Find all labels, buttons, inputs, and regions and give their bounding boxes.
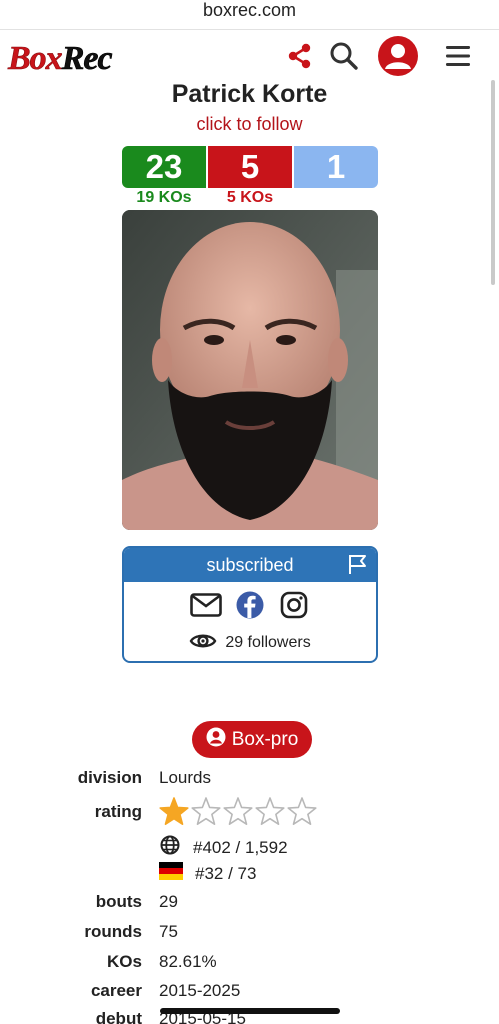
subscribed-button[interactable]: subscribed xyxy=(124,548,376,582)
rounds-label: rounds xyxy=(84,922,142,941)
division-label: division xyxy=(77,768,142,787)
url-text: boxrec.com xyxy=(202,0,297,20)
star-filled-icon xyxy=(159,797,189,826)
globe-icon xyxy=(159,834,181,861)
world-rank: #402 / 1,592 xyxy=(193,837,288,857)
page-scrollbar[interactable] xyxy=(491,80,495,285)
logo-rec: Rec xyxy=(61,40,112,78)
subscribed-label: subscribed xyxy=(206,555,294,575)
followers-count: 29 followers xyxy=(225,634,311,651)
bouts-label: bouts xyxy=(95,892,142,911)
country-rank: #32 / 73 xyxy=(195,863,257,883)
rounds-value: 75 xyxy=(159,922,178,941)
boxer-name: Patrick Korte xyxy=(171,80,328,108)
boxrec-logo[interactable]: BoxRec xyxy=(8,40,113,78)
kos-label: KOs xyxy=(107,952,142,971)
top-navigation: BoxRec xyxy=(0,36,499,80)
wins-count[interactable]: 23 xyxy=(122,146,206,188)
flag-icon[interactable] xyxy=(346,552,368,574)
user-account-icon[interactable] xyxy=(378,36,418,76)
eye-icon xyxy=(189,631,217,656)
follow-link[interactable]: click to follow xyxy=(0,114,499,135)
user-circle-icon xyxy=(206,727,226,753)
career-value: 2015-2025 xyxy=(159,981,241,1000)
record-summary: 23 5 1 xyxy=(122,146,378,188)
rating-label: rating xyxy=(94,802,142,821)
kos-value: 82.61% xyxy=(159,952,217,971)
social-links xyxy=(124,588,376,622)
box-pro-button[interactable]: Box-pro xyxy=(192,721,312,758)
star-empty-icon xyxy=(191,797,221,826)
bouts-value: 29 xyxy=(159,892,178,911)
wins-kos: 19 KOs xyxy=(136,189,192,206)
rating-stars xyxy=(158,796,318,828)
world-rank-row[interactable]: #402 / 1,592 xyxy=(159,834,288,861)
losses-kos: 5 KOs xyxy=(226,189,274,206)
share-icon[interactable] xyxy=(282,38,318,74)
star-empty-icon xyxy=(287,797,317,826)
home-indicator[interactable] xyxy=(160,1008,340,1014)
subscription-card: subscribed 29 followers xyxy=(122,546,378,663)
division-value[interactable]: Lourds xyxy=(159,768,211,788)
boxer-photo xyxy=(122,210,378,530)
debut-label: debut xyxy=(95,1009,142,1024)
logo-box: Box xyxy=(8,40,63,78)
star-empty-icon xyxy=(223,797,253,826)
country-rank-row[interactable]: #32 / 73 xyxy=(159,862,256,885)
facebook-icon[interactable] xyxy=(233,588,267,622)
losses-count[interactable]: 5 xyxy=(208,146,292,188)
followers-row[interactable]: 29 followers xyxy=(124,628,376,658)
draws-count[interactable]: 1 xyxy=(294,146,378,188)
star-empty-icon xyxy=(255,797,285,826)
instagram-icon[interactable] xyxy=(277,588,311,622)
germany-flag-icon xyxy=(159,862,183,885)
browser-url-bar[interactable]: boxrec.com xyxy=(0,0,499,30)
menu-icon[interactable] xyxy=(440,38,476,74)
box-pro-label: Box-pro xyxy=(231,728,299,750)
search-icon[interactable] xyxy=(326,38,362,74)
email-icon[interactable] xyxy=(189,588,223,622)
career-label: career xyxy=(90,981,142,1000)
